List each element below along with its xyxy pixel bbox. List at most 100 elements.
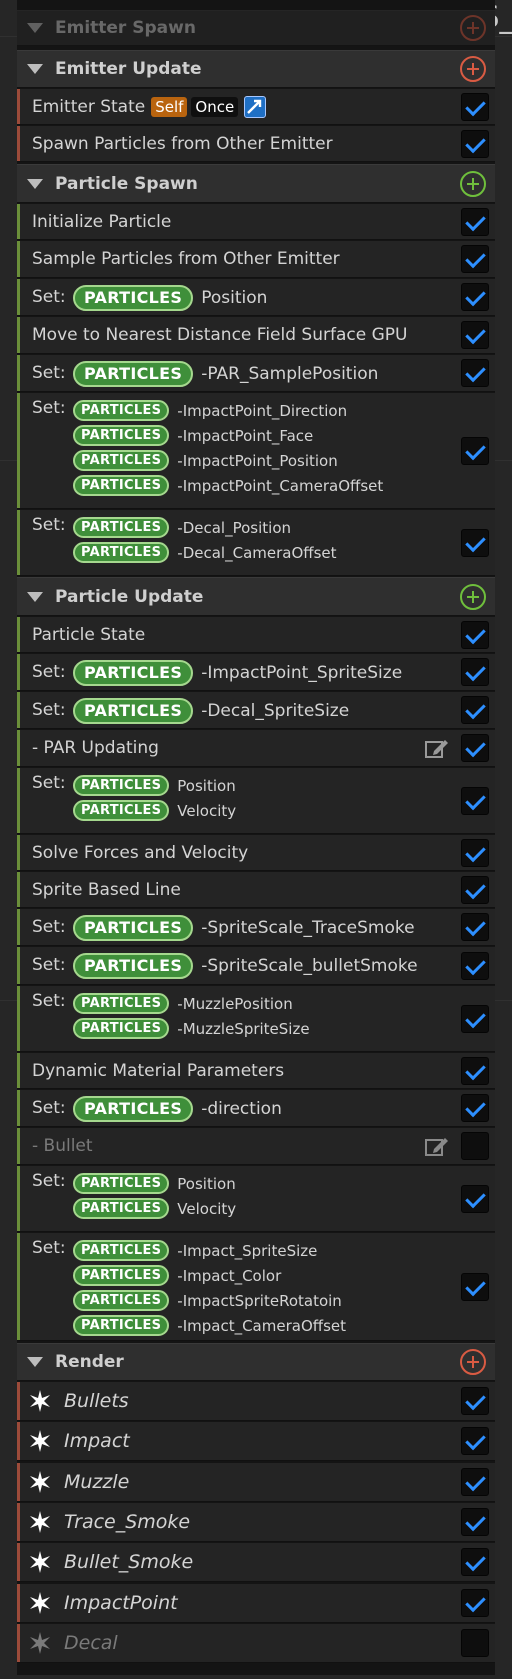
renderer-item[interactable]: Trace_Smoke [17,1503,495,1542]
enable-checkbox[interactable] [461,1589,489,1617]
enable-checkbox[interactable] [461,1184,489,1213]
self-badge: Self [151,96,188,117]
renderer-item[interactable]: Impact [17,1422,495,1461]
collapse-triangle-icon[interactable] [27,1357,43,1367]
sample-other-module[interactable]: Sample Particles from Other Emitter [17,241,495,278]
enable-checkbox[interactable] [461,1387,489,1415]
group-color-stripe [17,986,20,1051]
section-render[interactable]: Render [17,1343,495,1381]
par-updating-group[interactable]: - PAR Updating [17,730,495,767]
renderer-label: Trace_Smoke [64,1511,191,1533]
enable-checkbox[interactable] [461,321,489,349]
set-parameters-module[interactable]: Set: PARTICLES -SpriteScale_bulletSmoke [17,947,495,985]
set-parameters-module[interactable]: Set: PARTICLES -SpriteScale_TraceSmoke [17,909,495,946]
enable-checkbox[interactable] [461,620,489,649]
parameter-name: -ImpactSpriteRotatoin [177,1291,342,1310]
enable-checkbox[interactable] [461,1004,489,1033]
parameter-line: PARTICLES -SpriteScale_bulletSmoke [73,953,418,979]
enable-checkbox[interactable] [461,786,489,815]
set-parameters-module[interactable]: Set: PARTICLES -Decal_Position PARTICLES -De… [17,510,495,576]
parameter-line: PARTICLES -MuzzlePosition [73,993,293,1014]
enable-checkbox[interactable] [461,436,489,465]
section-title: Render [55,1352,124,1372]
sprite-based-line-module[interactable]: Sprite Based Line [17,872,495,908]
enable-checkbox[interactable] [461,875,489,904]
enable-checkbox[interactable] [461,1508,489,1536]
collapse-triangle-icon[interactable] [27,178,43,189]
spawn-from-other-module[interactable]: Spawn Particles from Other Emitter [17,126,495,162]
set-parameters-module[interactable]: Set: PARTICLES -MuzzlePosition PARTICLES -Mu… [17,986,495,1052]
set-parameters-module[interactable]: Set: PARTICLES -PAR_SamplePosition [17,355,495,392]
set-parameters-module[interactable]: Set: PARTICLES -ImpactPoint_Direction PARTI… [17,393,495,509]
add-module-icon[interactable] [460,15,486,41]
set-parameters-module[interactable]: Set: PARTICLES -ImpactPoint_SpriteSize [17,654,495,691]
enable-checkbox[interactable] [461,92,489,121]
parameter-name: -ImpactPoint_Face [177,426,314,445]
namespace-pill: PARTICLES [73,1173,170,1194]
set-parameters-module[interactable]: Set: PARTICLES Position PARTICLES Velocity [17,1166,495,1232]
namespace-pill: PARTICLES [73,450,170,471]
set-parameters-module[interactable]: Set: PARTICLES -Impact_SpriteSize PARTICLES… [17,1233,495,1341]
section-particle-spawn[interactable]: Particle Spawn [17,164,495,203]
enable-checkbox[interactable] [461,658,489,686]
renderer-item[interactable]: Bullet_Smoke [17,1543,495,1582]
edit-notes-icon[interactable] [425,1135,449,1157]
enable-checkbox[interactable] [461,245,489,273]
add-module-icon[interactable] [460,170,486,197]
add-module-icon[interactable] [460,1349,486,1375]
set-parameters-module[interactable]: Set: PARTICLES Position PARTICLES Velocity [17,768,495,834]
enable-checkbox[interactable] [461,696,489,724]
set-label: Set: [32,773,66,793]
group-color-stripe [17,1053,20,1088]
enable-checkbox[interactable] [461,1427,489,1455]
renderer-item[interactable]: Bullets [17,1382,495,1421]
group-color-stripe [17,241,20,277]
initialize-particle-module[interactable]: Initialize Particle [17,204,495,240]
namespace-pill: PARTICLES [73,425,170,446]
section-emitter-spawn[interactable]: Emitter Spawn [17,10,495,46]
enable-checkbox[interactable] [461,283,489,311]
add-module-icon[interactable] [460,583,486,610]
add-module-icon[interactable] [460,56,486,82]
enable-checkbox[interactable] [461,1548,489,1576]
enable-checkbox[interactable] [461,1094,489,1122]
enable-checkbox[interactable] [461,1629,489,1657]
section-title: Emitter Update [55,59,202,79]
enable-checkbox[interactable] [461,129,489,158]
move-nearest-module[interactable]: Move to Nearest Distance Field Surface G… [17,317,495,354]
parameter-line: PARTICLES -PAR_SamplePosition [73,360,378,387]
collapse-triangle-icon[interactable] [27,23,43,33]
renderer-item[interactable]: ImpactPoint [17,1584,495,1623]
particle-state-module[interactable]: Particle State [17,617,495,653]
enable-checkbox[interactable] [461,913,489,941]
parameter-line: PARTICLES -SpriteScale_TraceSmoke [73,914,415,941]
enable-checkbox[interactable] [461,528,489,557]
enable-checkbox[interactable] [461,838,489,867]
emitter-state-module[interactable]: Emitter State Self Once [17,89,495,125]
solve-forces-module[interactable]: Solve Forces and Velocity [17,835,495,871]
enable-checkbox[interactable] [461,1056,489,1085]
enable-checkbox[interactable] [461,1468,489,1496]
enable-checkbox[interactable] [461,1132,489,1160]
collapse-triangle-icon[interactable] [27,64,43,74]
enable-checkbox[interactable] [461,207,489,236]
renderer-label: Impact [64,1430,130,1452]
edit-notes-icon[interactable] [425,737,449,759]
enable-checkbox[interactable] [461,1272,489,1301]
dynamic-material-module[interactable]: Dynamic Material Parameters [17,1053,495,1089]
set-parameters-module[interactable]: Set: PARTICLES -Decal_SpriteSize [17,692,495,729]
sprite-renderer-icon [29,1551,51,1573]
enable-checkbox[interactable] [461,359,489,387]
renderer-item[interactable]: Muzzle [17,1463,495,1502]
set-parameters-module[interactable]: Set: PARTICLES Position [17,279,495,316]
collapse-triangle-icon[interactable] [27,591,43,602]
group-color-stripe [17,692,20,728]
bullet-group[interactable]: - Bullet [17,1128,495,1165]
module-label: - PAR Updating [32,738,159,758]
enable-checkbox[interactable] [461,951,489,980]
enable-checkbox[interactable] [461,734,489,762]
set-parameters-module[interactable]: Set: PARTICLES -direction [17,1090,495,1127]
section-particle-update[interactable]: Particle Update [17,577,495,616]
section-emitter-update[interactable]: Emitter Update [17,50,495,88]
renderer-item[interactable]: Decal [17,1624,495,1663]
